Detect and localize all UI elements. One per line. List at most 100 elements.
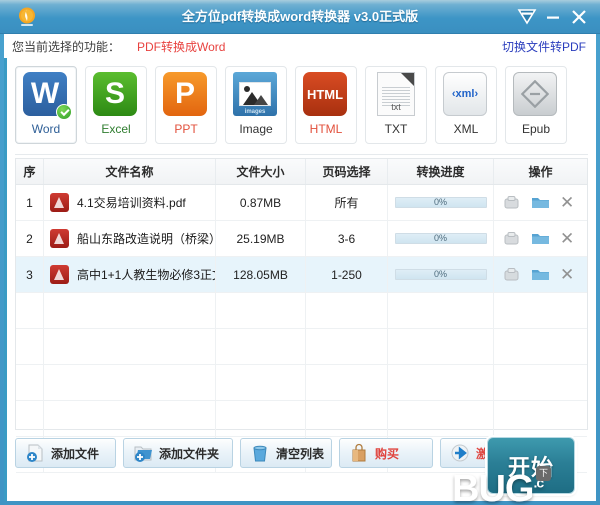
xml-icon-text: ‹xml› [451, 88, 479, 100]
table-row-empty [16, 365, 587, 401]
progress-bar: 0% [394, 197, 487, 208]
selected-check-icon [56, 104, 72, 120]
row-actions-cell: ✕ [494, 221, 587, 256]
format-label-ppt: PPT [174, 122, 198, 136]
row-index: 1 [16, 185, 44, 220]
pdf-file-icon [50, 265, 69, 284]
format-selector: W Word S Excel P PPT images Image HTML H… [7, 60, 596, 150]
start-button[interactable]: 开始 [487, 437, 575, 494]
add-folder-icon [133, 443, 153, 463]
close-x-icon[interactable]: ✕ [560, 266, 579, 283]
clear-list-button[interactable]: 清空列表 [240, 438, 332, 468]
format-button-txt[interactable]: txt TXT [365, 66, 427, 144]
row-pages[interactable]: 所有 [306, 185, 388, 220]
column-header-pages: 页码选择 [306, 159, 388, 184]
format-button-excel[interactable]: S Excel [85, 66, 147, 144]
format-label-image: Image [239, 122, 273, 136]
html-icon-text: HTML [306, 86, 344, 102]
preview-icon[interactable] [502, 266, 521, 283]
format-button-html[interactable]: HTML HTML [295, 66, 357, 144]
folder-icon[interactable] [531, 194, 550, 211]
row-filename-cell: 4.1交易培训资料.pdf [44, 185, 216, 220]
column-header-index: 序 [16, 159, 44, 184]
folder-icon[interactable] [531, 230, 550, 247]
close-x-icon[interactable]: ✕ [560, 230, 579, 247]
current-function-label: 您当前选择的功能： [12, 40, 121, 54]
preview-icon[interactable] [502, 194, 521, 211]
switch-to-pdf-link[interactable]: 切换文件转PDF [502, 38, 586, 55]
column-header-progress: 转换进度 [388, 159, 494, 184]
format-button-epub[interactable]: Epub [505, 66, 567, 144]
row-filesize: 25.19MB [216, 221, 306, 256]
progress-bar: 0% [394, 269, 487, 280]
row-filename: 高中1+1人教生物必修3正文.pdf [77, 268, 215, 282]
format-label-epub: Epub [521, 122, 551, 136]
table-row-empty [16, 329, 587, 365]
progress-text: 0% [433, 269, 447, 279]
add-file-icon [25, 443, 45, 463]
window-title: 全方位pdf转换成word转换器 v3.0正式版 [181, 9, 419, 24]
txt-icon-caption: txt [391, 102, 401, 112]
main-panel: W Word S Excel P PPT images Image HTML H… [4, 58, 596, 501]
ppt-icon: P [163, 72, 209, 118]
current-function-value: PDF转换成Word [137, 40, 226, 54]
progress-bar: 0% [394, 233, 487, 244]
file-table: 序 文件名称 文件大小 页码选择 转换进度 操作 1 4.1交易培训资料.pdf… [15, 158, 588, 473]
close-x-icon[interactable]: ✕ [560, 194, 579, 211]
title-bar: 全方位pdf转换成word转换器 v3.0正式版 [0, 0, 600, 34]
add-folder-button[interactable]: 添加文件夹 [123, 438, 233, 468]
row-progress-cell: 0% [388, 221, 494, 256]
pdf-file-icon [50, 193, 69, 212]
html-icon: HTML [303, 72, 349, 118]
save-directory-row: 保存目录 [15, 500, 588, 505]
epub-icon [513, 72, 559, 118]
format-button-image[interactable]: images Image [225, 66, 287, 144]
row-progress-cell: 0% [388, 185, 494, 220]
table-row-empty [16, 293, 587, 329]
row-actions-cell: ✕ [494, 257, 587, 292]
preview-icon[interactable] [502, 230, 521, 247]
minimize-icon[interactable] [542, 7, 564, 27]
row-filename-cell: 高中1+1人教生物必修3正文.pdf [44, 257, 216, 292]
txt-icon: txt [373, 72, 419, 118]
row-filesize: 128.05MB [216, 257, 306, 292]
table-row[interactable]: 3 高中1+1人教生物必修3正文.pdf 128.05MB 1-250 0% [16, 257, 587, 293]
image-icon-caption: images [244, 109, 266, 115]
format-button-word[interactable]: W Word [15, 66, 77, 144]
table-header-row: 序 文件名称 文件大小 页码选择 转换进度 操作 [16, 159, 587, 185]
row-pages[interactable]: 1-250 [306, 257, 388, 292]
table-row[interactable]: 1 4.1交易培训资料.pdf 0.87MB 所有 0% ✕ [16, 185, 587, 221]
excel-icon: S [93, 72, 139, 118]
shopping-bag-icon [349, 443, 369, 463]
format-button-xml[interactable]: ‹xml› XML [435, 66, 497, 144]
add-file-button[interactable]: 添加文件 [15, 438, 116, 468]
row-index: 3 [16, 257, 44, 292]
format-label-xml: XML [453, 122, 479, 136]
trash-icon [250, 443, 270, 463]
format-button-ppt[interactable]: P PPT [155, 66, 217, 144]
format-label-txt-text: TXT [384, 122, 408, 136]
row-filesize: 0.87MB [216, 185, 306, 220]
row-actions-cell: ✕ [494, 185, 587, 220]
table-row[interactable]: 2 船山东路改造说明（桥梁）.pdf 25.19MB 3-6 0% [16, 221, 587, 257]
format-label-excel: Excel [101, 122, 131, 136]
buy-label: 购买 [375, 446, 400, 461]
table-row-empty [16, 401, 587, 437]
row-filename-cell: 船山东路改造说明（桥梁）.pdf [44, 221, 216, 256]
row-pages[interactable]: 3-6 [306, 221, 388, 256]
buy-button[interactable]: 购买 [339, 438, 433, 468]
word-icon: W [23, 72, 72, 120]
folder-icon[interactable] [531, 266, 550, 283]
row-index: 2 [16, 221, 44, 256]
progress-text: 0% [433, 233, 447, 243]
divider [15, 154, 588, 155]
format-label-html: HTML [309, 122, 343, 136]
add-file-label: 添加文件 [51, 446, 100, 461]
progress-text: 0% [433, 197, 447, 207]
row-filename: 船山东路改造说明（桥梁）.pdf [77, 232, 215, 246]
pdf-file-icon [50, 229, 69, 248]
activate-arrow-icon [450, 443, 470, 463]
column-header-filesize: 文件大小 [216, 159, 306, 184]
skin-icon[interactable] [516, 7, 538, 27]
close-icon[interactable] [568, 7, 590, 27]
